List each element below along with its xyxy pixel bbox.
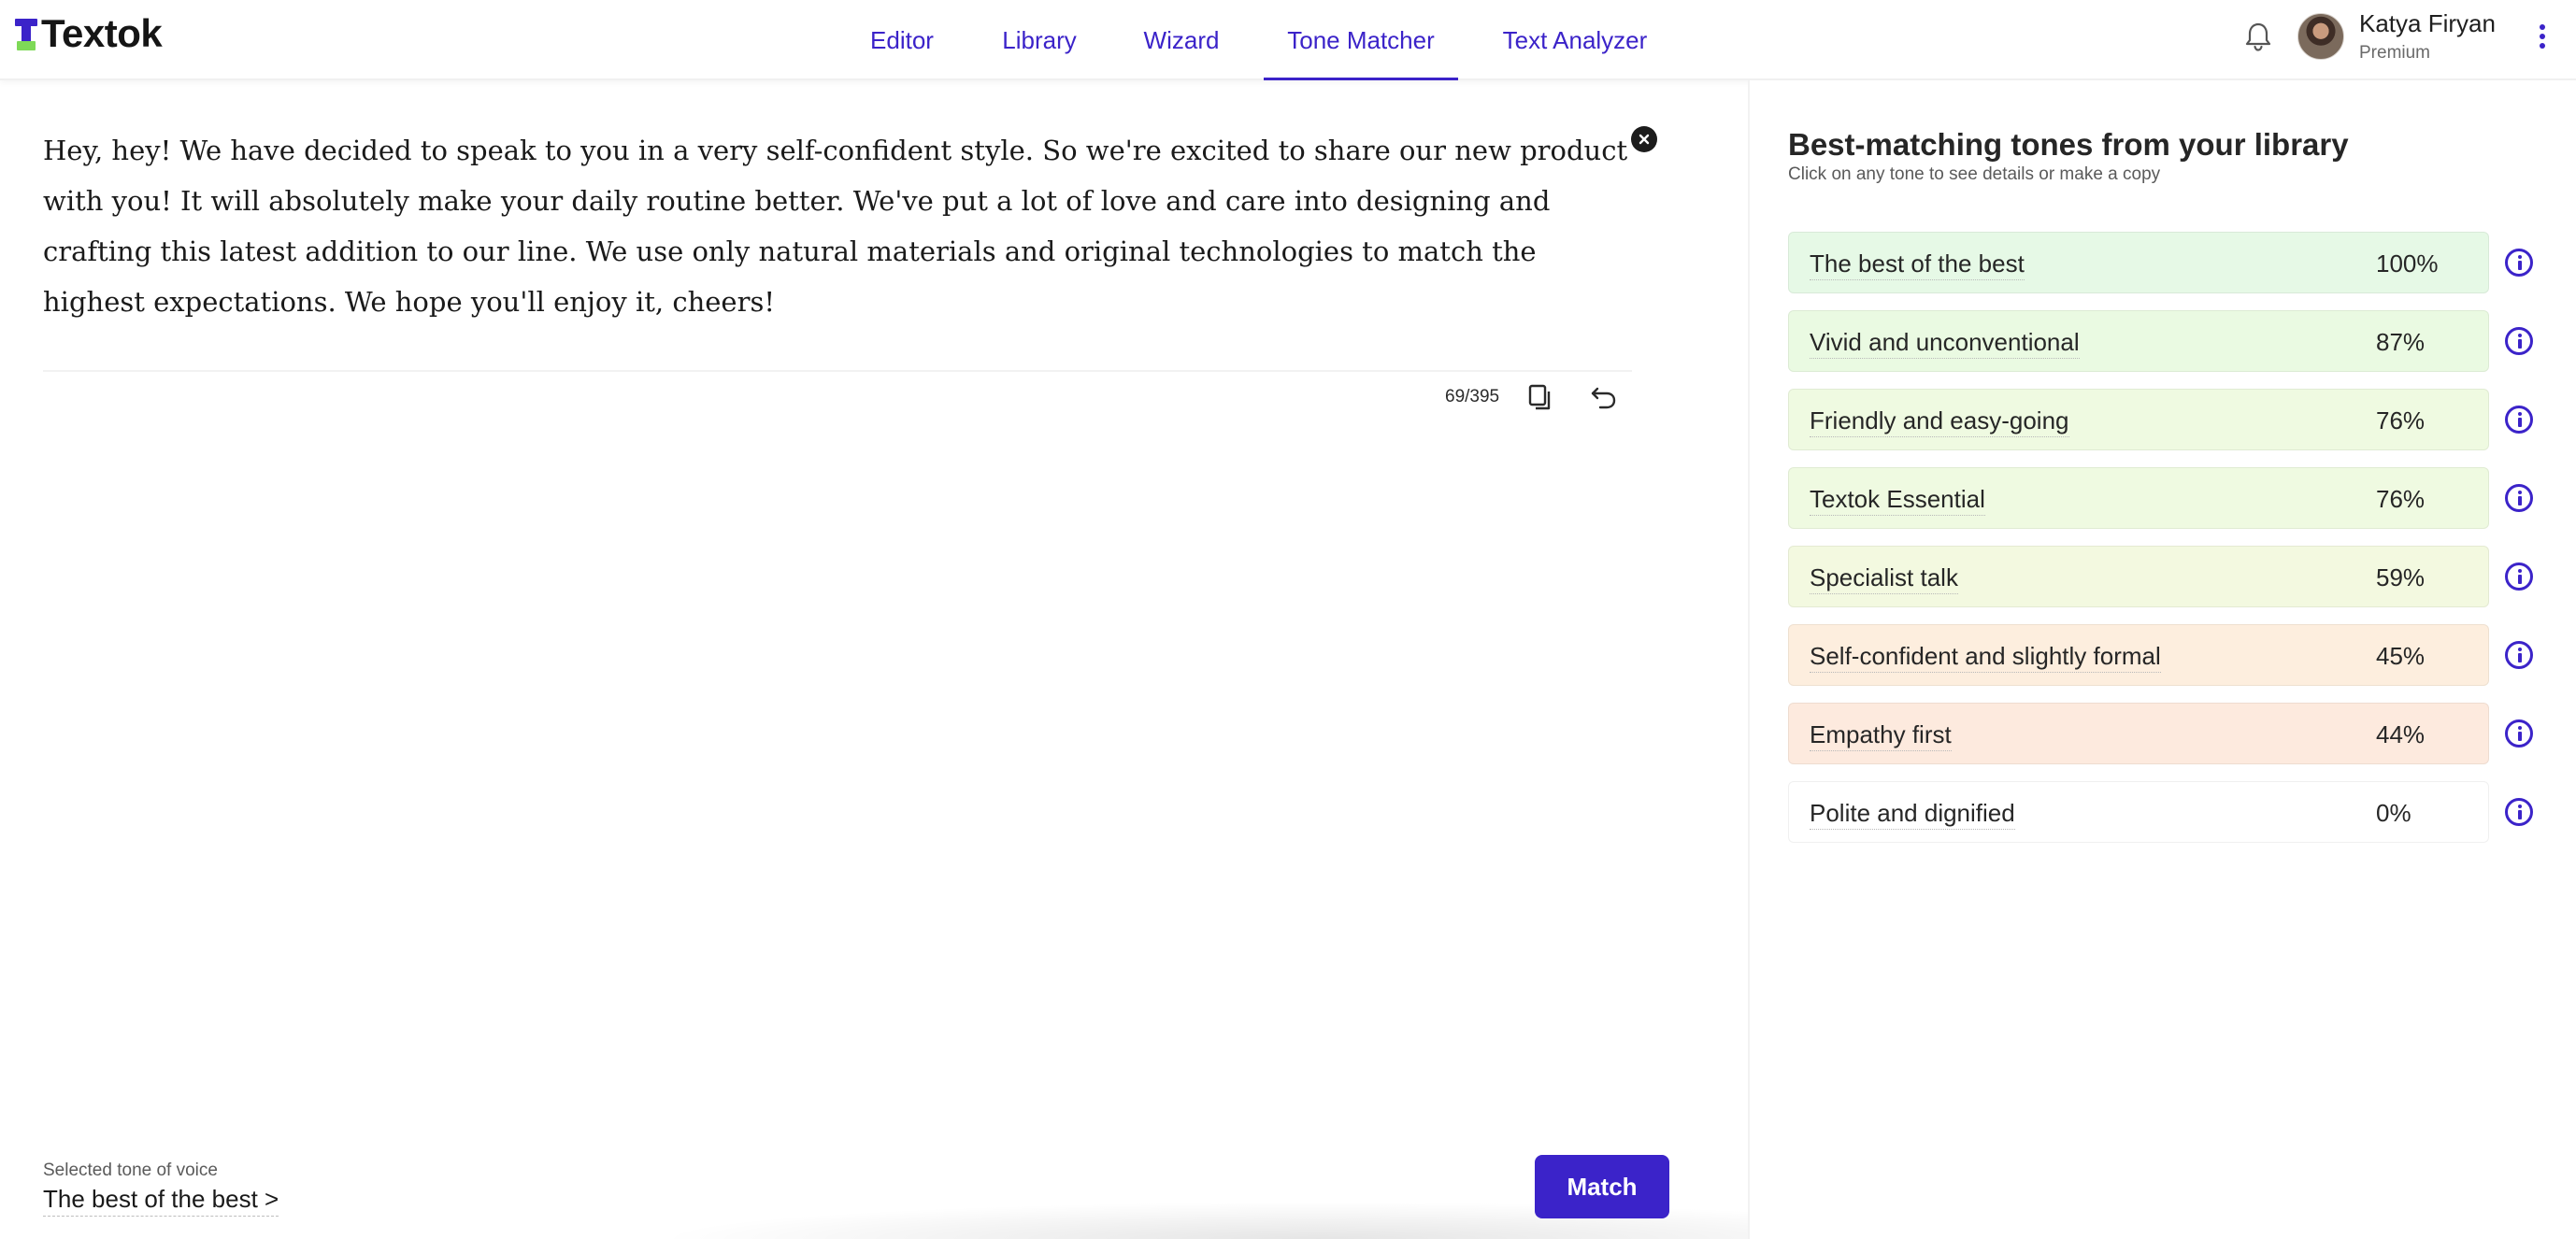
editor-divider: [43, 370, 1632, 372]
selected-tone-link[interactable]: The best of the best >: [43, 1185, 279, 1217]
nav-text-analyzer[interactable]: Text Analyzer: [1496, 0, 1654, 80]
app-logo[interactable]: Textok: [15, 11, 163, 55]
character-counter: 69/395: [1445, 387, 1500, 406]
selected-tone-label: Selected tone of voice: [43, 1161, 218, 1180]
user-name[interactable]: Katya Firyan: [2359, 9, 2496, 38]
tone-row-vivid[interactable]: Vivid and unconventional 87%: [1788, 310, 2489, 372]
info-icon[interactable]: [2505, 641, 2533, 669]
nav-tone-matcher[interactable]: Tone Matcher: [1264, 0, 1458, 80]
info-icon[interactable]: [2505, 798, 2533, 826]
info-icon[interactable]: [2505, 249, 2533, 277]
tone-row-empathy[interactable]: Empathy first 44%: [1788, 703, 2489, 764]
tone-name: Vivid and unconventional: [1810, 328, 2080, 359]
info-icon[interactable]: [2505, 406, 2533, 434]
info-icon[interactable]: [2505, 563, 2533, 591]
undo-icon[interactable]: [1589, 383, 1619, 411]
editor-textarea[interactable]: Hey, hey! We have decided to speak to yo…: [43, 125, 1632, 327]
tone-name: Specialist talk: [1810, 563, 1958, 594]
tone-name: Polite and dignified: [1810, 799, 2015, 830]
nav-wizard[interactable]: Wizard: [1129, 0, 1234, 80]
tone-percent: 45%: [2376, 642, 2426, 670]
tone-percent: 0%: [2376, 799, 2411, 827]
tone-percent: 59%: [2376, 563, 2426, 591]
more-vertical-icon[interactable]: [2533, 21, 2552, 52]
copy-icon[interactable]: [1527, 383, 1553, 411]
tone-row-polite[interactable]: Polite and dignified 0%: [1788, 781, 2489, 843]
tone-row-textok-essential[interactable]: Textok Essential 76%: [1788, 467, 2489, 529]
tone-row-specialist[interactable]: Specialist talk 59%: [1788, 546, 2489, 607]
tone-percent: 44%: [2376, 720, 2426, 748]
tone-percent: 76%: [2376, 485, 2426, 513]
nav-library[interactable]: Library: [991, 0, 1088, 80]
info-icon[interactable]: [2505, 327, 2533, 355]
bell-icon[interactable]: [2243, 21, 2273, 52]
tone-row-friendly[interactable]: Friendly and easy-going 76%: [1788, 389, 2489, 450]
tone-row-best-of-the-best[interactable]: The best of the best 100%: [1788, 232, 2489, 293]
tone-row-self-confident[interactable]: Self-confident and slightly formal 45%: [1788, 624, 2489, 686]
close-icon: [1639, 134, 1650, 145]
tone-name: Textok Essential: [1810, 485, 1985, 516]
clear-text-button[interactable]: [1631, 126, 1657, 152]
tone-percent: 76%: [2376, 406, 2426, 434]
user-plan: Premium: [2359, 43, 2431, 63]
tone-name: Self-confident and slightly formal: [1810, 642, 2161, 673]
tone-percent: 100%: [2376, 249, 2439, 278]
tone-name: Friendly and easy-going: [1810, 406, 2069, 437]
match-button[interactable]: Match: [1535, 1155, 1669, 1218]
tone-name: The best of the best: [1810, 249, 2025, 280]
tone-percent: 87%: [2376, 328, 2426, 356]
logo-text: Textok: [41, 11, 163, 55]
panel-title: Best-matching tones from your library: [1788, 127, 2349, 162]
nav-editor[interactable]: Editor: [852, 0, 952, 80]
info-icon[interactable]: [2505, 484, 2533, 512]
info-icon[interactable]: [2505, 719, 2533, 748]
top-bar: Textok Editor Library Wizard Tone Matche…: [0, 0, 2576, 80]
logo-mark-icon: [15, 15, 37, 52]
tone-name: Empathy first: [1810, 720, 1952, 751]
panel-subtitle: Click on any tone to see details or make…: [1788, 164, 2161, 184]
avatar[interactable]: [2297, 13, 2344, 60]
